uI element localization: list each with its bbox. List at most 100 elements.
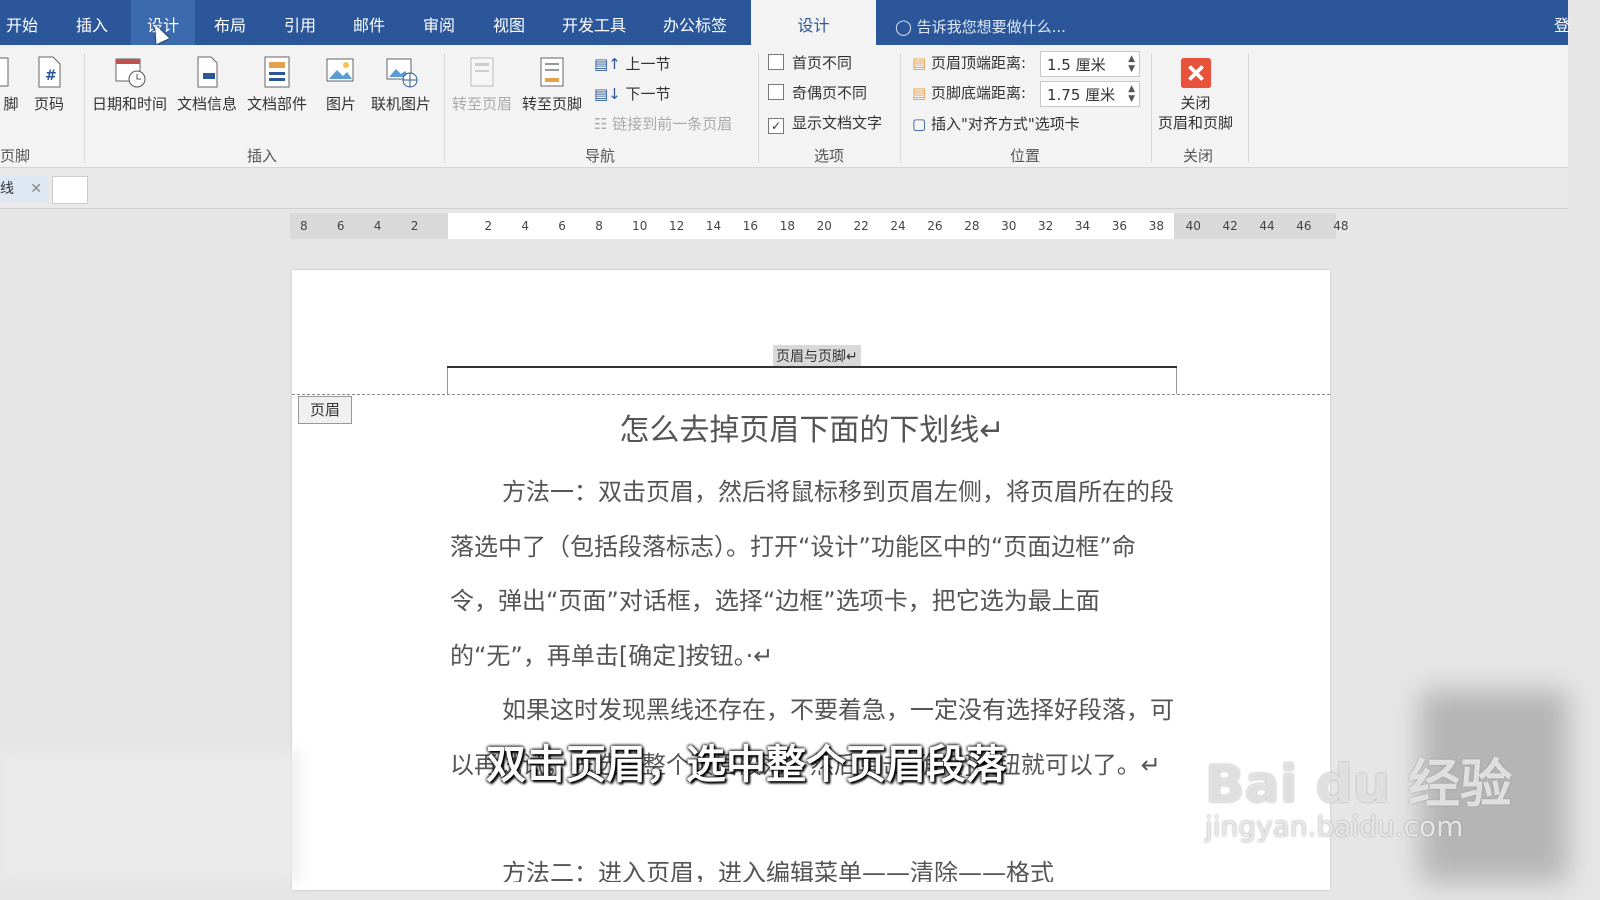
footer-distance-icon: ▤ — [912, 84, 927, 102]
tab-developer[interactable]: 开发工具 — [562, 0, 626, 45]
ruler-tick-label: 48 — [1333, 219, 1349, 233]
menu-bar: 开始 插入 设计 布局 引用 邮件 审阅 视图 开发工具 办公标签 设计 ◯ 告… — [0, 0, 1570, 45]
link-icon: ☷ — [594, 115, 608, 133]
ruler-tick-label: 36 — [1111, 219, 1128, 233]
tab-layout[interactable]: 布局 — [214, 0, 246, 45]
ruler-margin-left — [290, 213, 448, 239]
goto-header-icon — [470, 57, 494, 87]
group-label-nav: 导航 — [585, 147, 616, 165]
next-section-button[interactable]: ▤↓ 下一节 — [594, 83, 671, 105]
ruler-tick-label: 46 — [1296, 219, 1312, 233]
page-number-button[interactable]: # 页码 — [32, 55, 66, 114]
link-to-previous-button[interactable]: ☷ 链接到前一条页眉 — [594, 113, 732, 135]
ruler-tick-label: 2 — [484, 219, 493, 233]
ruler-tick-label: 32 — [1038, 219, 1054, 233]
doc-info-button[interactable]: 文档信息 — [177, 55, 237, 114]
header-margin-mark — [1176, 368, 1177, 394]
picture-icon — [326, 58, 354, 82]
show-doc-text-checkbox[interactable]: ✓ 显示文档文字 — [768, 112, 882, 134]
blur-overlay — [0, 750, 300, 882]
checkbox-unchecked-icon — [768, 54, 784, 70]
ruler-tick-label: 20 — [816, 219, 832, 233]
ruler-tick-label: 2 — [410, 219, 419, 233]
ruler-tick-label: 10 — [632, 219, 648, 233]
group-label-insert: 插入 — [247, 147, 278, 165]
login-button[interactable]: 登 — [1554, 0, 1570, 45]
tab-references[interactable]: 引用 — [284, 0, 316, 45]
group-separator — [84, 53, 85, 163]
footer-button[interactable]: 脚 — [0, 55, 28, 114]
ruler-tick-label: 28 — [964, 219, 980, 233]
ruler-tick-label: 30 — [1001, 219, 1017, 233]
ruler-tick-label: 16 — [742, 219, 759, 233]
different-odd-even-checkbox[interactable]: 奇偶页不同 — [768, 82, 867, 104]
video-subtitle: 双击页眉，选中整个页眉段落 — [486, 742, 1006, 788]
document-tab[interactable]: 线 ✕ — [0, 176, 48, 202]
group-separator — [444, 53, 445, 163]
spinner-arrows-icon[interactable]: ▲ ▼ — [1128, 54, 1135, 74]
paragraph[interactable]: 方法二：进入页眉，进入编辑菜单——清除——格式 — [450, 846, 1180, 882]
footer-bottom-distance-label: ▤ 页脚底端距离: — [912, 84, 1027, 102]
ruler-tick-label: 8 — [595, 219, 603, 233]
ruler-tick-label: 6 — [336, 219, 345, 233]
tab-view[interactable]: 视图 — [493, 0, 525, 45]
online-picture-button[interactable]: 联机图片 — [371, 55, 431, 114]
tab-mailings[interactable]: 邮件 — [353, 0, 385, 45]
spinner-arrows-icon[interactable]: ▲ ▼ — [1128, 84, 1135, 104]
close-tab-icon[interactable]: ✕ — [30, 176, 42, 202]
close-icon — [1180, 57, 1211, 89]
date-time-button[interactable]: 日期和时间 — [92, 55, 167, 114]
header-text[interactable]: 页眉与页脚↵ — [773, 345, 861, 367]
header-underline — [447, 366, 1177, 368]
close-header-footer-button[interactable]: 关闭 页眉和页脚 — [1158, 57, 1233, 133]
group-label-options: 选项 — [814, 147, 845, 165]
ruler-tick-label: 40 — [1185, 219, 1201, 233]
header-top-distance-input[interactable]: 1.5 厘米 ▲ ▼ — [1040, 51, 1140, 77]
goto-footer-button[interactable]: 转至页脚 — [522, 55, 582, 114]
doc-parts-button[interactable]: 文档部件 — [247, 55, 307, 114]
ruler-tick-label: 24 — [890, 219, 906, 233]
insert-align-tab-button[interactable]: ▢ 插入"对齐方式"选项卡 — [912, 113, 1080, 135]
insert-align-icon: ▢ — [912, 115, 927, 133]
footer-bottom-distance-input[interactable]: 1.75 厘米 ▲ ▼ — [1040, 81, 1140, 107]
tab-review[interactable]: 审阅 — [423, 0, 455, 45]
ruler-tick-label: 18 — [779, 219, 795, 233]
tab-header-footer-design[interactable]: 设计 — [751, 0, 876, 45]
tell-me-text: 告诉我您想要做什么... — [916, 18, 1066, 36]
group-label-footer: 页脚 — [0, 147, 31, 165]
baidu-watermark-logo: Bai du 经验 — [1205, 755, 1512, 815]
tab-home[interactable]: 开始 — [6, 0, 38, 45]
group-separator — [758, 53, 759, 163]
watermark-url: jingyan.baidu.com — [1205, 810, 1464, 843]
calendar-clock-icon — [115, 58, 145, 88]
new-tab-button[interactable] — [52, 176, 88, 204]
goto-footer-icon — [540, 57, 564, 87]
tab-office-tab[interactable]: 办公标签 — [663, 0, 727, 45]
goto-header-button[interactable]: 转至页眉 — [452, 55, 512, 114]
svg-text:#: # — [45, 68, 57, 84]
previous-section-button[interactable]: ▤↑ 上一节 — [594, 53, 671, 75]
paragraph[interactable]: 方法一：双击页眉，然后将鼠标移到页眉左侧，将页眉所在的段落选中了（包括段落标志）… — [450, 465, 1180, 683]
ribbon: 脚 # 页码 页脚 日期和时间 文档信息 文档部件 图片 联机图片 插入 转至页… — [0, 45, 1568, 168]
header-top-distance-label: ▤ 页眉顶端距离: — [912, 54, 1027, 72]
document-tab-label: 线 — [0, 181, 14, 197]
ruler-tick-label: 6 — [558, 219, 566, 233]
document-title[interactable]: 怎么去掉页眉下面的下划线↵ — [450, 405, 1174, 449]
ruler-tick-label: 14 — [705, 219, 722, 233]
different-first-page-checkbox[interactable]: 首页不同 — [768, 52, 852, 74]
ruler-tick-label: 38 — [1148, 219, 1164, 233]
tab-insert[interactable]: 插入 — [76, 0, 108, 45]
page-number-icon: # — [38, 56, 61, 88]
group-separator — [1248, 53, 1249, 163]
group-separator — [900, 53, 901, 163]
tell-me-search[interactable]: ◯ 告诉我您想要做什么... — [895, 0, 1066, 45]
picture-button[interactable]: 图片 — [324, 55, 358, 114]
lightbulb-icon: ◯ — [895, 18, 912, 36]
ruler-tick-label: 22 — [853, 219, 869, 233]
ruler-tick-label: 26 — [927, 219, 943, 233]
ruler-tick-label: 44 — [1259, 219, 1275, 233]
horizontal-ruler[interactable]: 8 6 4 2 2 4 6 8 10 12 14 16 18 20 22 24 26 28 30 32 34 36 38 40… — [290, 213, 1348, 239]
doc-info-icon — [197, 56, 218, 88]
online-picture-icon — [386, 58, 418, 88]
next-section-icon: ▤↓ — [594, 85, 621, 103]
